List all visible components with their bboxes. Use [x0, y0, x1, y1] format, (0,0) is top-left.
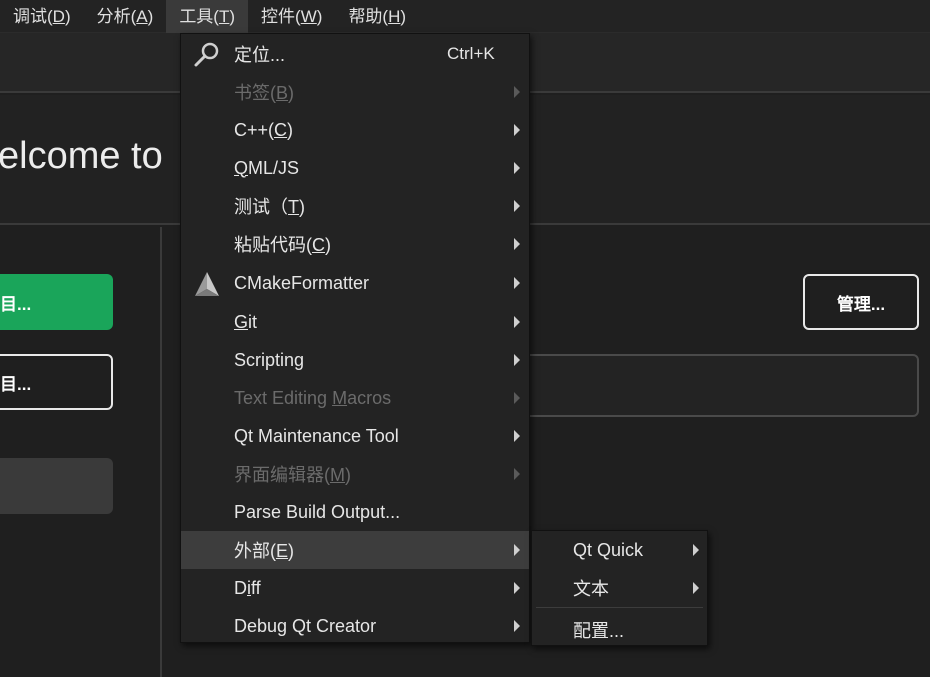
welcome-title: elcome to	[0, 135, 163, 177]
menu-tools[interactable]: 工具(T)	[166, 0, 249, 33]
menu-item-external[interactable]: 外部(E)	[181, 531, 529, 569]
menu-item-form-editor: 界面编辑器(M)	[181, 455, 529, 493]
menu-item-cpp[interactable]: C++(C)	[181, 111, 529, 149]
submenu-separator	[536, 607, 703, 608]
chevron-right-icon	[514, 238, 520, 250]
chevron-right-icon	[693, 582, 699, 594]
menu-item-cmakeformatter[interactable]: CMakeFormatter	[181, 264, 529, 302]
menu-item-debug-qt-creator[interactable]: Debug Qt Creator	[181, 607, 529, 645]
menu-help[interactable]: 帮助(H)	[335, 0, 419, 33]
chevron-right-icon	[514, 162, 520, 174]
open-project-button[interactable]: 目...	[0, 354, 113, 410]
create-project-button[interactable]: 目...	[0, 274, 113, 330]
chevron-right-icon	[514, 277, 520, 289]
cmake-triangle-icon	[195, 272, 219, 296]
menu-item-qt-maintenance-tool[interactable]: Qt Maintenance Tool	[181, 417, 529, 455]
tools-menu: 定位... Ctrl+K 书签(B) C++(C) QML/JS 测试（T) 粘…	[180, 33, 530, 643]
menu-widgets[interactable]: 控件(W)	[248, 0, 335, 33]
magnifier-icon	[194, 42, 219, 67]
search-input[interactable]	[520, 354, 919, 417]
menu-item-diff[interactable]: Diff	[181, 569, 529, 607]
submenu-item-qt-quick[interactable]: Qt Quick	[532, 531, 707, 569]
gray-button[interactable]	[0, 458, 113, 514]
chevron-right-icon	[514, 544, 520, 556]
menu-debug[interactable]: 调试(D)	[0, 0, 84, 33]
chevron-right-icon	[514, 430, 520, 442]
submenu-item-configure[interactable]: 配置...	[532, 611, 707, 649]
menu-item-paste-code[interactable]: 粘贴代码(C)	[181, 225, 529, 263]
chevron-right-icon	[514, 620, 520, 632]
chevron-right-icon	[514, 354, 520, 366]
menu-item-bookmarks: 书签(B)	[181, 73, 529, 111]
menu-item-git[interactable]: Git	[181, 303, 529, 341]
left-panel: 目... 目...	[0, 227, 162, 677]
chevron-right-icon	[514, 86, 520, 98]
menu-item-test[interactable]: 测试（T)	[181, 187, 529, 225]
shortcut-label: Ctrl+K	[447, 44, 495, 63]
chevron-right-icon	[514, 468, 520, 480]
chevron-right-icon	[514, 392, 520, 404]
menubar: 调试(D) 分析(A) 工具(T) 控件(W) 帮助(H)	[0, 0, 930, 33]
menu-item-parse-build-output[interactable]: Parse Build Output...	[181, 493, 529, 531]
menu-item-scripting[interactable]: Scripting	[181, 341, 529, 379]
manage-button[interactable]: 管理...	[803, 274, 919, 330]
menu-item-text-editing-macros: Text Editing Macros	[181, 379, 529, 417]
submenu-item-text[interactable]: 文本	[532, 569, 707, 607]
chevron-right-icon	[693, 544, 699, 556]
chevron-right-icon	[514, 124, 520, 136]
menu-item-locate[interactable]: 定位... Ctrl+K	[181, 35, 529, 73]
menu-item-qmljs[interactable]: QML/JS	[181, 149, 529, 187]
chevron-right-icon	[514, 316, 520, 328]
chevron-right-icon	[514, 582, 520, 594]
menu-analyze[interactable]: 分析(A)	[84, 0, 167, 33]
external-submenu: Qt Quick 文本 配置...	[531, 530, 708, 646]
chevron-right-icon	[514, 200, 520, 212]
